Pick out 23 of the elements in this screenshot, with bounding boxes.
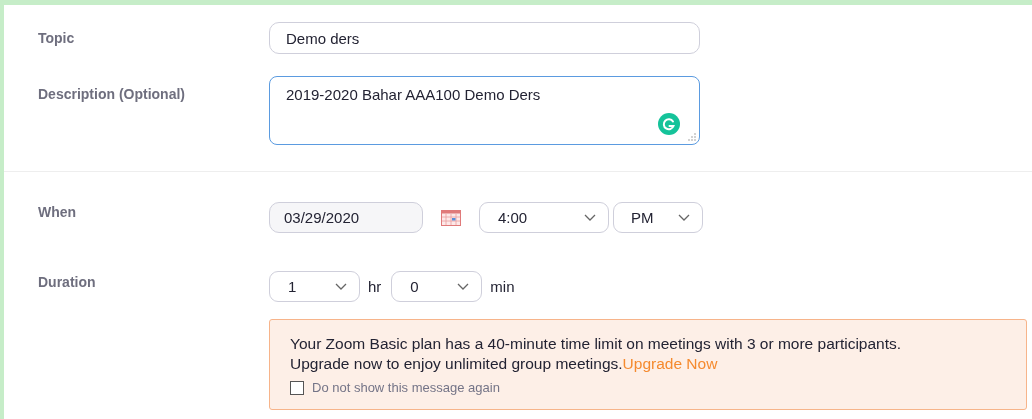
period-dropdown[interactable]: PM bbox=[613, 202, 703, 233]
notice-message: Your Zoom Basic plan has a 40-minute time limit on meetings with 3 or more participants. Upgrade now to enjoy unlimited group meetings.Upgrade Now bbox=[290, 334, 903, 374]
field-label: When bbox=[37, 203, 78, 220]
field-label: Topic bbox=[37, 30, 76, 46]
chevron-down-icon bbox=[584, 214, 596, 221]
field-label: Duration bbox=[37, 273, 97, 292]
topic-field[interactable]: Demo ders bbox=[269, 22, 700, 54]
minutes-dropdown[interactable]: 0 bbox=[391, 271, 483, 302]
grammar-assistant-icon[interactable] bbox=[658, 113, 680, 135]
time-dropdown[interactable]: 4:00 bbox=[479, 202, 609, 233]
unit-label: min bbox=[489, 278, 516, 295]
resize-grip-icon[interactable] bbox=[688, 133, 696, 141]
checkbox[interactable] bbox=[290, 380, 304, 395]
hours-dropdown[interactable]: 1 bbox=[269, 271, 360, 302]
chevron-down-icon bbox=[457, 283, 470, 290]
description-field[interactable]: 2019-2020 Bahar AAA100 Demo Ders bbox=[269, 76, 700, 145]
checkbox-label: Do not show this message again bbox=[312, 380, 500, 395]
unit-label: hr bbox=[367, 278, 383, 295]
date-field[interactable]: 03/29/2020 bbox=[269, 202, 423, 233]
chevron-down-icon bbox=[335, 283, 347, 290]
field-label: Description (Optional) bbox=[37, 85, 186, 104]
calendar-icon[interactable] bbox=[441, 209, 461, 226]
chevron-down-icon bbox=[678, 214, 690, 221]
